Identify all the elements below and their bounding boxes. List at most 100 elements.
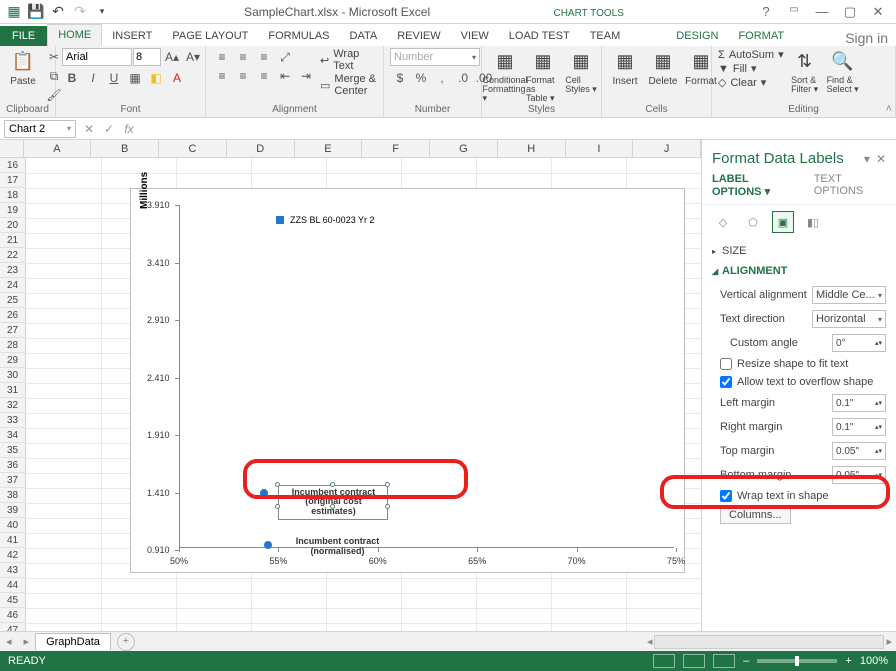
align-center-icon[interactable]: ≡ xyxy=(233,67,253,85)
row-header[interactable]: 45 xyxy=(0,593,26,608)
qat-customize-icon[interactable]: ▾ xyxy=(92,2,112,22)
maximize-icon[interactable]: ▢ xyxy=(840,4,860,20)
paste-button[interactable]: 📋 Paste xyxy=(6,48,40,87)
row-header[interactable]: 46 xyxy=(0,608,26,623)
row-header[interactable]: 17 xyxy=(0,173,26,188)
page-layout-view-icon[interactable] xyxy=(683,654,705,668)
name-box[interactable]: Chart 2▾ xyxy=(4,120,76,138)
hscroll-right-icon[interactable]: ▸ xyxy=(886,635,892,649)
normal-view-icon[interactable] xyxy=(653,654,675,668)
row-header[interactable]: 16 xyxy=(0,158,26,173)
row-header[interactable]: 44 xyxy=(0,578,26,593)
comma-icon[interactable]: , xyxy=(432,69,452,87)
percent-icon[interactable]: % xyxy=(411,69,431,87)
redo-icon[interactable]: ↷ xyxy=(70,2,90,22)
row-header[interactable]: 18 xyxy=(0,188,26,203)
right-margin-spinner[interactable]: 0.1"▴▾ xyxy=(832,418,886,436)
bold-button[interactable]: B xyxy=(62,69,82,87)
enter-formula-icon[interactable]: ✓ xyxy=(100,122,118,136)
align-left-icon[interactable]: ≡ xyxy=(212,67,232,85)
fill-line-icon[interactable]: ◇ xyxy=(712,211,734,233)
tab-label-options[interactable]: LABEL OPTIONS ▾ xyxy=(712,173,800,198)
ribbon-help-icon[interactable]: ? xyxy=(756,4,776,20)
embedded-chart[interactable]: Millions ZZS BL 60-0023 Yr 2 0.9101.4101… xyxy=(130,188,685,573)
column-header[interactable]: H xyxy=(498,140,566,157)
tab-review[interactable]: REVIEW xyxy=(387,26,450,46)
minimize-icon[interactable]: — xyxy=(812,4,832,20)
number-format-combo[interactable]: Number▾ xyxy=(390,48,480,66)
row-header[interactable]: 40 xyxy=(0,518,26,533)
column-header[interactable]: F xyxy=(362,140,430,157)
column-header[interactable]: D xyxy=(227,140,295,157)
align-middle-icon[interactable]: ≡ xyxy=(233,48,253,66)
new-sheet-button[interactable]: + xyxy=(117,633,135,651)
text-direction-combo[interactable]: Horizontal▾ xyxy=(812,310,886,328)
tab-formulas[interactable]: FORMULAS xyxy=(258,26,339,46)
row-header[interactable]: 19 xyxy=(0,203,26,218)
section-size[interactable]: ▸SIZE xyxy=(702,239,896,259)
row-header[interactable]: 47 xyxy=(0,623,26,631)
section-alignment[interactable]: ◢ALIGNMENT xyxy=(702,259,896,279)
save-icon[interactable]: 💾 xyxy=(26,2,46,22)
fill-color-button[interactable]: ◧ xyxy=(146,69,166,87)
row-header[interactable]: 42 xyxy=(0,548,26,563)
format-as-table-button[interactable]: ▦Format asTable ▾ xyxy=(526,48,560,103)
horizontal-scrollbar[interactable] xyxy=(654,635,884,649)
zoom-level[interactable]: 100% xyxy=(860,655,888,667)
task-pane-close-icon[interactable]: ✕ xyxy=(876,152,886,166)
custom-angle-spinner[interactable]: 0°▴▾ xyxy=(832,334,886,352)
accounting-icon[interactable]: $ xyxy=(390,69,410,87)
tab-insert[interactable]: INSERT xyxy=(102,26,162,46)
row-header[interactable]: 24 xyxy=(0,278,26,293)
increase-decimal-icon[interactable]: .0 xyxy=(453,69,473,87)
fill-button[interactable]: ▼Fill ▾ xyxy=(718,62,784,75)
sheet-nav-prev-icon[interactable]: ◂ xyxy=(0,635,18,648)
resize-shape-checkbox[interactable] xyxy=(720,358,732,370)
size-properties-icon[interactable]: ▣ xyxy=(772,211,794,233)
select-all-corner[interactable] xyxy=(0,140,24,157)
column-header[interactable]: E xyxy=(295,140,363,157)
zoom-out-icon[interactable]: – xyxy=(743,655,749,667)
tab-team[interactable]: TEAM xyxy=(580,26,631,46)
row-header[interactable]: 41 xyxy=(0,533,26,548)
close-icon[interactable]: ✕ xyxy=(868,4,888,20)
tab-text-options[interactable]: TEXT OPTIONS xyxy=(814,173,886,198)
row-header[interactable]: 43 xyxy=(0,563,26,578)
column-header[interactable]: B xyxy=(91,140,159,157)
zoom-slider[interactable] xyxy=(757,659,837,663)
find-select-button[interactable]: 🔍Find &Select ▾ xyxy=(826,48,860,94)
row-header[interactable]: 25 xyxy=(0,293,26,308)
decrease-font-icon[interactable]: A▾ xyxy=(183,48,203,66)
font-name-combo[interactable] xyxy=(62,48,132,66)
font-color-button[interactable]: A xyxy=(167,69,187,87)
collapse-ribbon-icon[interactable]: ˄ xyxy=(886,103,892,115)
column-header[interactable]: J xyxy=(633,140,701,157)
vertical-alignment-combo[interactable]: Middle Ce...▾ xyxy=(812,286,886,304)
increase-font-icon[interactable]: A▴ xyxy=(162,48,182,66)
sheet-nav-next-icon[interactable]: ▸ xyxy=(18,635,36,648)
column-header[interactable]: A xyxy=(24,140,92,157)
worksheet-grid[interactable]: ABCDEFGHIJ 16171819202122232425262728293… xyxy=(0,140,701,631)
wrap-text-button[interactable]: ↩Wrap Text xyxy=(320,48,377,72)
row-header[interactable]: 38 xyxy=(0,488,26,503)
underline-button[interactable]: U xyxy=(104,69,124,87)
row-header[interactable]: 22 xyxy=(0,248,26,263)
left-margin-spinner[interactable]: 0.1"▴▾ xyxy=(832,394,886,412)
overflow-shape-checkbox[interactable] xyxy=(720,376,732,388)
data-point[interactable] xyxy=(264,541,272,549)
top-margin-spinner[interactable]: 0.05"▴▾ xyxy=(832,442,886,460)
row-header[interactable]: 28 xyxy=(0,338,26,353)
row-header[interactable]: 32 xyxy=(0,398,26,413)
row-header[interactable]: 30 xyxy=(0,368,26,383)
tab-load-test[interactable]: LOAD TEST xyxy=(499,26,580,46)
hscroll-left-icon[interactable]: ◂ xyxy=(647,635,653,649)
tab-page-layout[interactable]: PAGE LAYOUT xyxy=(162,26,258,46)
delete-cells-button[interactable]: ▦Delete xyxy=(646,48,680,87)
page-break-view-icon[interactable] xyxy=(713,654,735,668)
tab-view[interactable]: VIEW xyxy=(451,26,499,46)
italic-button[interactable]: I xyxy=(83,69,103,87)
column-header[interactable]: C xyxy=(159,140,227,157)
cancel-formula-icon[interactable]: ✕ xyxy=(80,122,98,136)
tab-home[interactable]: HOME xyxy=(47,24,102,46)
row-header[interactable]: 31 xyxy=(0,383,26,398)
